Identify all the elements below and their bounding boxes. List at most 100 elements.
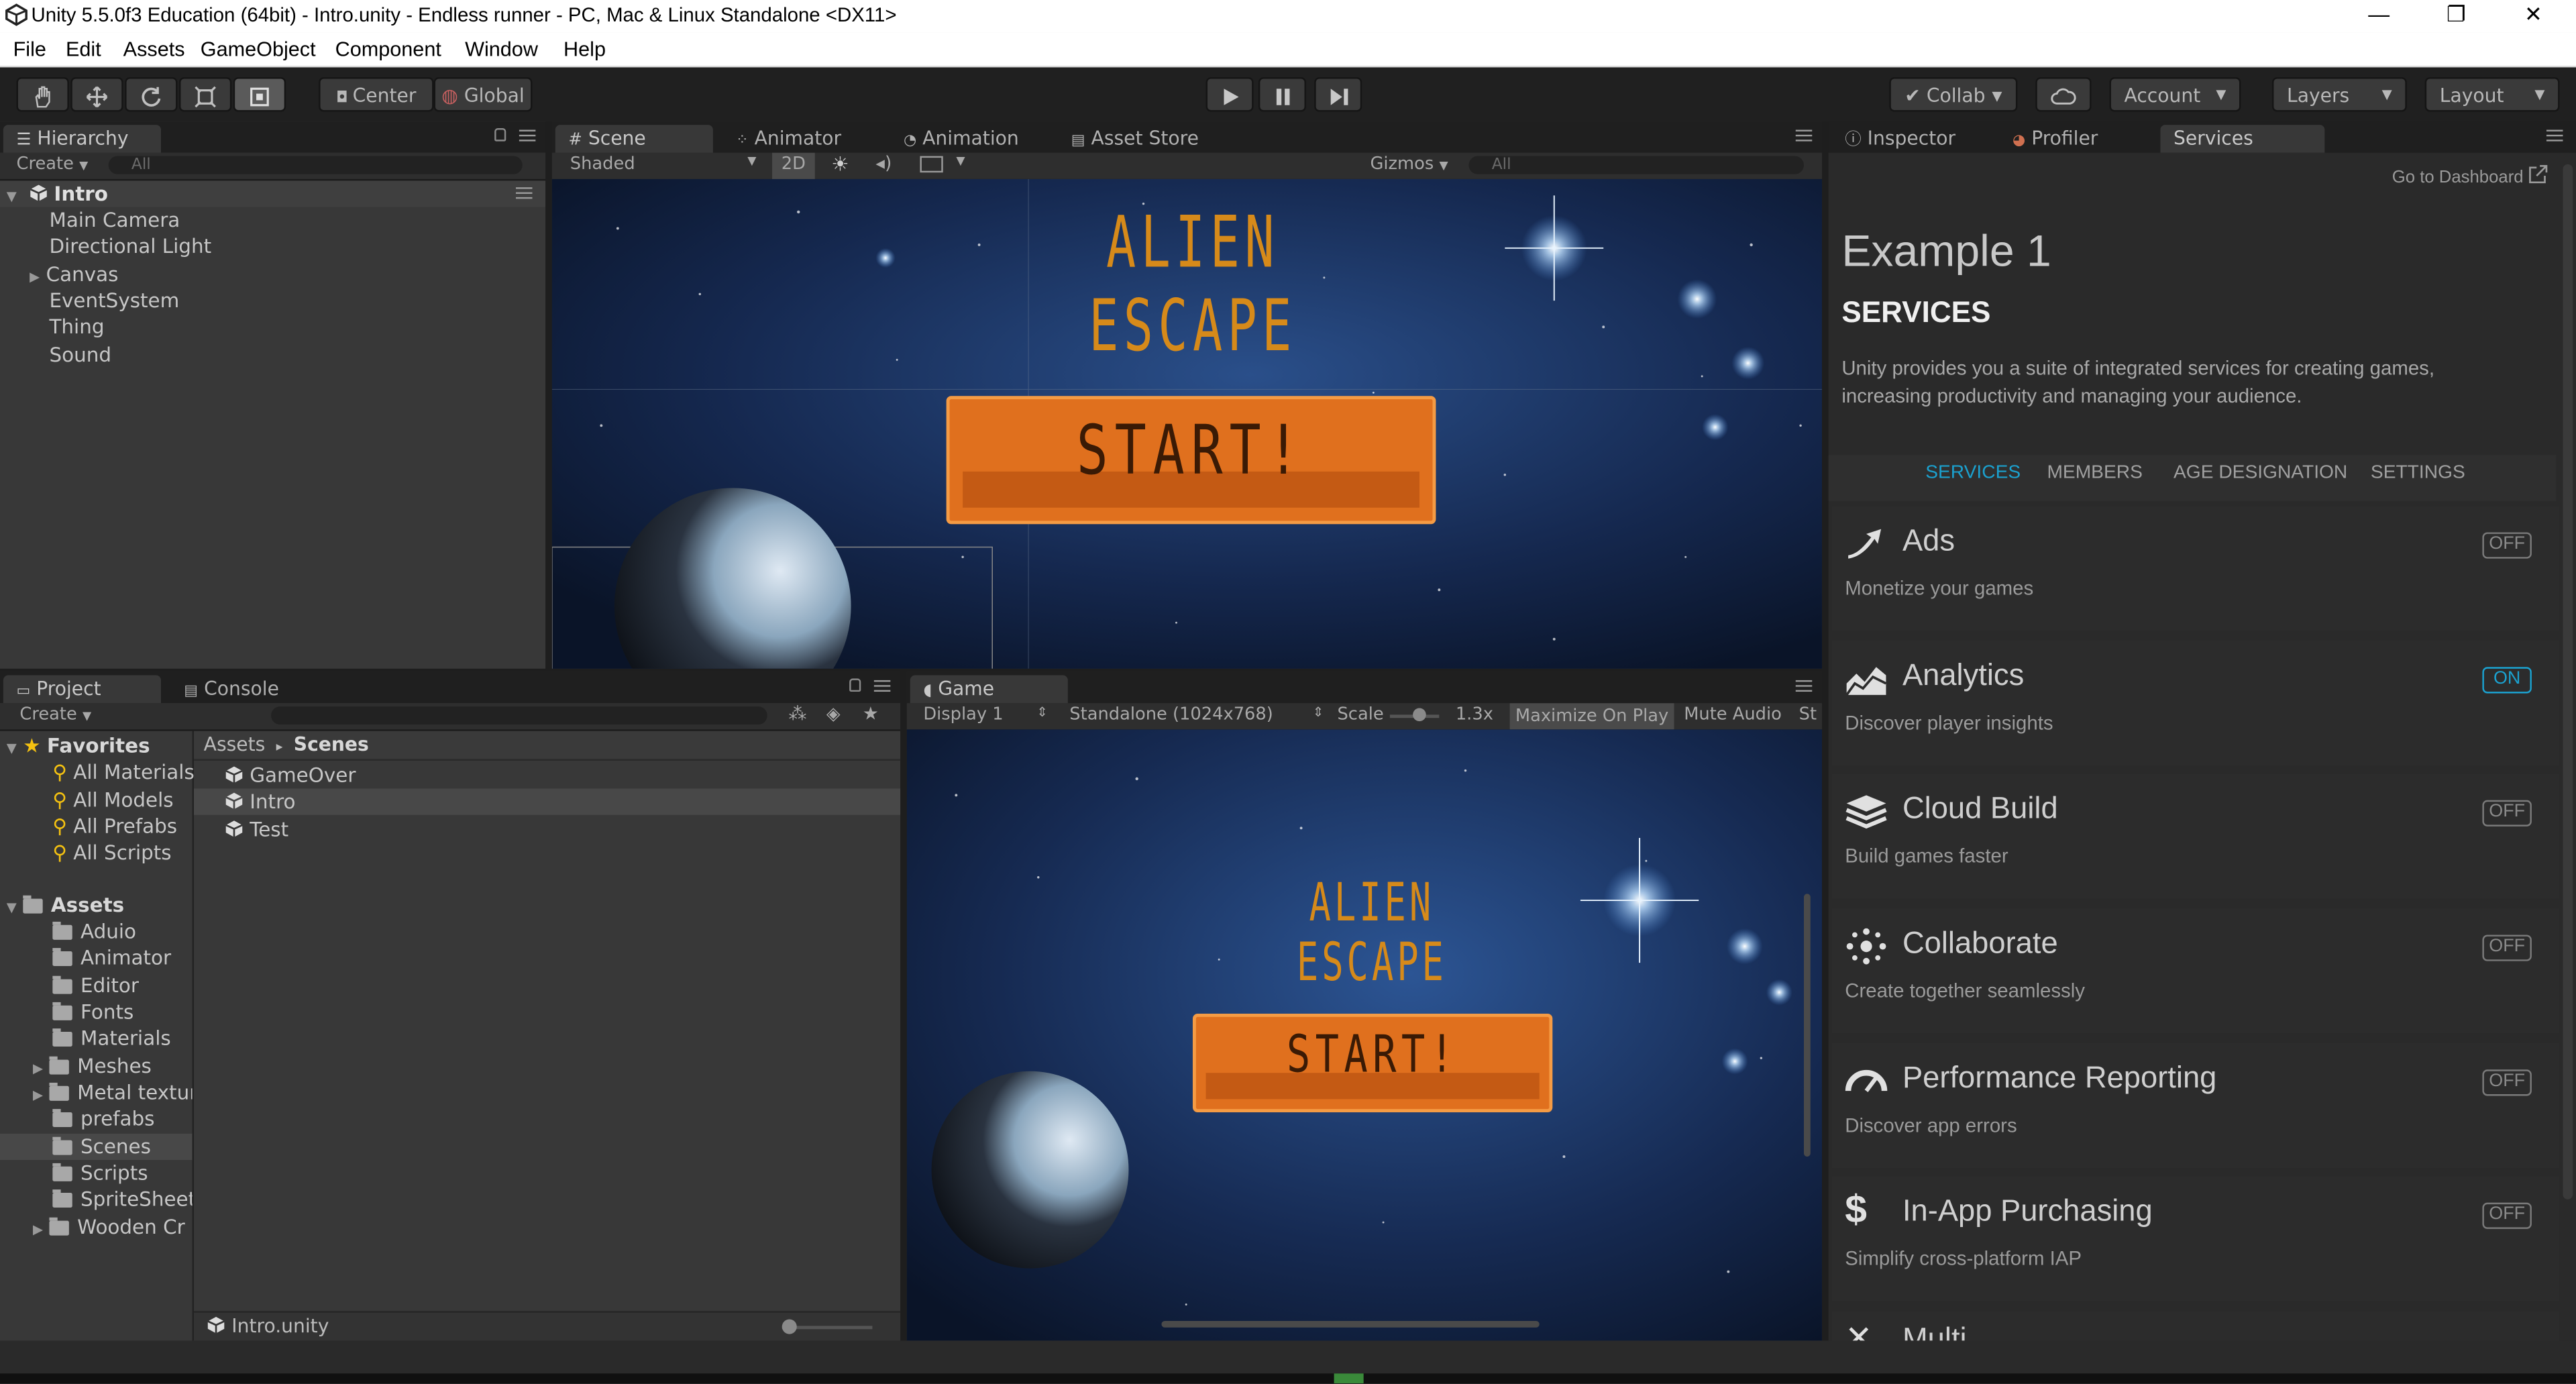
scene-file-item[interactable]: GameOver [194, 762, 900, 788]
folder-item[interactable]: prefabs [0, 1106, 193, 1132]
layout-dropdown[interactable]: Layout ▼ [2424, 77, 2560, 112]
icon-size-slider[interactable] [782, 1319, 873, 1334]
vertical-scrollbar[interactable] [1804, 894, 1811, 1157]
service-toggle[interactable]: OFF [2482, 800, 2532, 827]
folder-item[interactable]: Aduio [0, 918, 193, 945]
folder-item[interactable]: ▶ Metal textur [0, 1079, 193, 1106]
service-in-app-purchasing-row[interactable]: $ In-App Purchasing Simplify cross-platf… [1831, 1176, 2560, 1301]
service-toggle[interactable]: OFF [2482, 935, 2532, 961]
panel-menu-icon[interactable] [873, 680, 891, 694]
menu-gameobject[interactable]: GameObject [201, 38, 316, 60]
filter-type-icon[interactable]: ⁂ [789, 703, 807, 725]
hierarchy-item[interactable]: EventSystem [0, 288, 545, 314]
hand-tool-button[interactable] [16, 77, 69, 112]
mute-audio-toggle[interactable]: Mute Audio [1684, 705, 1782, 725]
lock-icon[interactable] [494, 128, 506, 142]
restore-button[interactable]: ❐ [2418, 0, 2494, 33]
resolution-dropdown[interactable]: Standalone (1024x768) [1069, 705, 1273, 725]
panel-menu-icon[interactable] [1795, 129, 1813, 143]
hierarchy-item[interactable]: Main Camera [0, 207, 545, 233]
expand-arrow-icon[interactable]: ▶ [33, 1083, 49, 1106]
collab-button[interactable]: ✔ Collab ▼ [1889, 77, 2018, 112]
menu-file[interactable]: File [13, 38, 46, 60]
pause-button[interactable] [1258, 77, 1306, 112]
project-search-input[interactable] [271, 706, 767, 725]
nav-tab-age-designation[interactable]: AGE DESIGNATION [2174, 464, 2347, 483]
service-performance-reporting-row[interactable]: Performance Reporting Discover app error… [1831, 1043, 2560, 1169]
maximize-on-play-toggle[interactable]: Maximize On Play [1509, 703, 1674, 730]
folder-item[interactable]: Editor [0, 973, 193, 999]
stats-toggle[interactable]: St [1799, 705, 1817, 725]
panel-menu-icon[interactable] [2546, 129, 2563, 143]
menu-component[interactable]: Component [335, 38, 441, 60]
favorite-item[interactable]: ⚲ All Models [0, 787, 193, 813]
menu-edit[interactable]: Edit [66, 38, 101, 60]
folder-item[interactable]: Scripts [0, 1160, 193, 1186]
folder-item[interactable]: SpriteSheet [0, 1186, 193, 1212]
scene-search-input[interactable]: All [1468, 156, 1805, 174]
slider-thumb[interactable] [782, 1319, 797, 1334]
close-button[interactable]: ✕ [2496, 0, 2571, 33]
rect-tool-button[interactable] [233, 77, 286, 112]
hierarchy-item[interactable]: Directional Light [0, 233, 545, 260]
nav-tab-members[interactable]: MEMBERS [2047, 464, 2142, 483]
scale-slider[interactable] [1389, 708, 1440, 722]
scene-file-item-selected[interactable]: Intro [193, 788, 901, 815]
tab-asset-store[interactable]: ▤ Asset Store [1058, 125, 1238, 153]
filter-label-icon[interactable]: ◈ [826, 703, 841, 725]
tab-hierarchy[interactable]: ☰ Hierarchy [3, 125, 162, 153]
menu-window[interactable]: Window [465, 38, 538, 60]
favorite-item[interactable]: ⚲ All Prefabs [0, 813, 193, 839]
star-filter-icon[interactable]: ★ [863, 703, 879, 725]
tab-animation[interactable]: ◔ Animation [890, 125, 1055, 153]
scale-tool-button[interactable] [178, 77, 232, 112]
rotate-tool-button[interactable] [125, 77, 178, 112]
menu-help[interactable]: Help [564, 38, 606, 60]
hierarchy-create-button[interactable]: Create ▼ [16, 154, 88, 174]
service-toggle[interactable]: OFF [2482, 532, 2532, 559]
breadcrumb-scenes[interactable]: Scenes [294, 733, 369, 755]
service-collaborate-row[interactable]: Collaborate Create together seamlessly O… [1831, 908, 2560, 1034]
scene-viewport[interactable]: ALIEN ESCAPE START! [551, 178, 1822, 669]
gizmos-dropdown[interactable]: Gizmos ▼ [1370, 154, 1448, 174]
mode-2d-toggle[interactable]: 2D [772, 152, 815, 179]
service-partial-row[interactable]: ✕ Multi... [1831, 1311, 2560, 1341]
game-viewport[interactable]: ALIEN ESCAPE START! [906, 729, 1822, 1341]
move-tool-button[interactable] [70, 77, 123, 112]
assets-root-row[interactable]: ▼ Assets [0, 892, 193, 918]
hierarchy-item-canvas[interactable]: ▶ Canvas [0, 261, 545, 287]
menu-assets[interactable]: Assets [123, 38, 185, 60]
display-dropdown[interactable]: Display 1 [923, 705, 1003, 725]
service-toggle[interactable]: OFF [2482, 1069, 2532, 1096]
tab-scene[interactable]: # Scene [555, 125, 713, 153]
service-toggle[interactable]: OFF [2482, 1202, 2532, 1229]
panel-menu-icon[interactable] [519, 129, 536, 143]
folder-item-selected[interactable]: Scenes [0, 1133, 193, 1160]
start-button-game[interactable]: START! [1192, 1014, 1553, 1112]
lighting-toggle-icon[interactable]: ☀ [831, 153, 849, 176]
horizontal-scrollbar[interactable] [1161, 1320, 1540, 1328]
slider-thumb[interactable] [1413, 708, 1426, 722]
tab-inspector[interactable]: ⓘ Inspector [1832, 125, 1990, 153]
hierarchy-item[interactable]: Thing [0, 314, 545, 340]
scene-menu-icon[interactable] [515, 187, 533, 201]
tab-profiler[interactable]: ◕ Profiler [1999, 125, 2157, 153]
cloud-button[interactable] [2035, 77, 2092, 112]
lock-icon[interactable] [849, 678, 861, 692]
nav-tab-services[interactable]: SERVICES [1925, 464, 2021, 483]
tab-console[interactable]: ▤ Console [171, 676, 329, 704]
scene-root-row[interactable]: ▼ Intro [0, 180, 546, 207]
services-scrollbar[interactable] [2563, 164, 2573, 1200]
tab-animator[interactable]: ⁘ Animator [723, 125, 888, 153]
audio-toggle-icon[interactable]: ◂) [875, 153, 892, 174]
breadcrumb-assets[interactable]: Assets [204, 733, 266, 755]
favorite-item[interactable]: ⚲ All Materials [0, 759, 194, 785]
account-dropdown[interactable]: Account ▼ [2109, 77, 2241, 112]
hierarchy-item[interactable]: Sound [0, 341, 545, 368]
favorites-row[interactable]: ▼ ★ Favorites [0, 733, 193, 759]
pivot-center-button[interactable]: ◘ Center [319, 77, 434, 112]
service-cloud-build-row[interactable]: Cloud Build Build games faster OFF [1831, 774, 2560, 899]
service-ads-row[interactable]: Ads Monetize your games OFF [1831, 506, 2560, 631]
tab-services[interactable]: Services [2160, 125, 2325, 153]
minimize-button[interactable]: — [2341, 0, 2417, 33]
